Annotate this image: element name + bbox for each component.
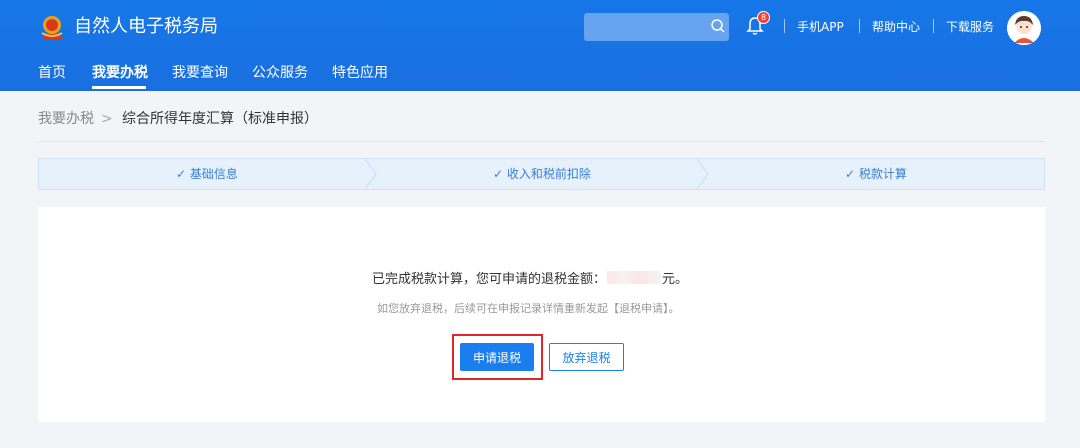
step-tax-calculation[interactable]: ✓ 税款计算 <box>845 167 907 181</box>
help-center-link[interactable]: 帮助中心 <box>872 19 920 35</box>
divider <box>933 19 934 33</box>
nav-query[interactable]: 我要查询 <box>172 64 228 82</box>
breadcrumb-parent[interactable]: 我要办税 <box>38 110 94 128</box>
divider <box>784 19 785 33</box>
apply-refund-button[interactable]: 申请退税 <box>460 343 534 371</box>
search-icon[interactable] <box>710 18 726 34</box>
breadcrumb-divider <box>38 141 1044 142</box>
nav-home[interactable]: 首页 <box>38 64 66 82</box>
top-header <box>0 0 1080 91</box>
refund-amount-masked <box>607 271 662 284</box>
notification-badge: 8 <box>757 11 770 24</box>
step-divider <box>697 159 709 189</box>
app-title[interactable]: 自然人电子税务局 <box>74 16 218 38</box>
step-basic-info[interactable]: ✓ 基础信息 <box>176 167 238 181</box>
step-divider <box>365 159 377 189</box>
breadcrumb-current: 综合所得年度汇算（标准申报） <box>122 111 318 127</box>
nav-public-service[interactable]: 公众服务 <box>252 64 308 82</box>
refund-message-suffix: 元。 <box>662 272 689 287</box>
mobile-app-link[interactable]: 手机APP <box>797 19 844 35</box>
refund-note: 如您放弃退税，后续可在申报记录详情重新发起【退税申请】。 <box>377 302 680 315</box>
abandon-refund-button[interactable]: 放弃退税 <box>549 343 624 371</box>
divider <box>859 19 860 33</box>
search-input[interactable] <box>584 13 729 41</box>
step-income-deduction[interactable]: ✓ 收入和税前扣除 <box>493 167 591 181</box>
download-service-link[interactable]: 下载服务 <box>946 19 994 35</box>
refund-message-prefix: 已完成税款计算，您可申请的退税金额： <box>372 272 607 287</box>
nav-handle-tax[interactable]: 我要办税 <box>92 64 148 82</box>
avatar-icon[interactable] <box>1007 11 1041 45</box>
breadcrumb-separator: > <box>101 111 113 127</box>
refund-message: 已完成税款计算，您可申请的退税金额： 元。 <box>372 271 688 288</box>
tax-emblem-icon <box>41 16 63 39</box>
nav-active-indicator <box>92 86 146 89</box>
nav-special-apps[interactable]: 特色应用 <box>332 64 388 82</box>
